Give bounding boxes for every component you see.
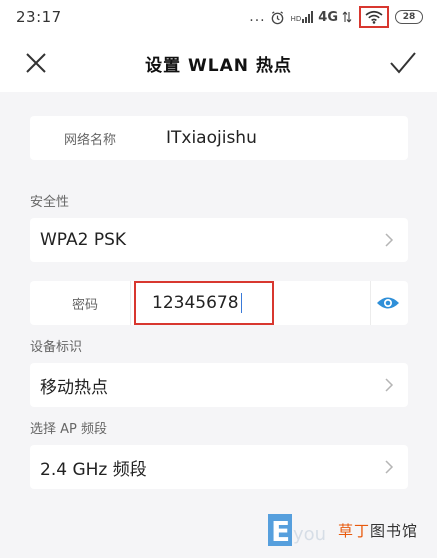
ap-band-select[interactable]: 2.4 GHz 频段 xyxy=(30,445,408,489)
password-label: 密码 xyxy=(72,297,99,313)
ap-band-section-label: 选择 AP 频段 xyxy=(30,422,107,437)
eye-icon xyxy=(377,297,399,309)
password-input[interactable]: 12345678 xyxy=(134,281,274,325)
security-value: WPA2 PSK xyxy=(40,230,127,250)
security-section-label: 安全性 xyxy=(30,195,70,210)
password-value: 12345678 xyxy=(152,293,239,313)
wifi-hotspot-icon xyxy=(359,6,389,28)
network-type: 4G xyxy=(318,9,338,25)
password-row: 密码 12345678 xyxy=(30,281,408,325)
divider xyxy=(130,281,131,325)
status-icons: ... HD 4G 28 xyxy=(249,6,423,28)
confirm-button[interactable] xyxy=(389,49,417,77)
status-bar: 23:17 ... HD 4G 28 xyxy=(0,0,437,34)
device-id-value: 移动热点 xyxy=(40,377,108,398)
network-name-row[interactable]: 网络名称 ITxiaojishu xyxy=(30,116,408,160)
close-icon xyxy=(26,53,46,73)
show-password-button[interactable] xyxy=(376,292,400,314)
watermark-logo: E you xyxy=(268,514,326,548)
page-title: 设置 WLAN 热点 xyxy=(145,55,292,76)
text-cursor xyxy=(240,293,243,313)
chevron-right-icon xyxy=(385,378,394,392)
svg-text:you: you xyxy=(293,524,326,545)
security-select[interactable]: WPA2 PSK xyxy=(30,218,408,262)
network-name-label: 网络名称 xyxy=(64,132,117,148)
device-id-section-label: 设备标识 xyxy=(30,340,83,355)
check-icon xyxy=(390,52,416,74)
signal-icon: HD xyxy=(291,11,315,23)
data-arrows-icon xyxy=(342,11,352,23)
more-notifications-icon: ... xyxy=(249,9,266,25)
network-name-input[interactable]: ITxiaojishu xyxy=(166,128,257,148)
header-bar: 设置 WLAN 热点 xyxy=(0,34,437,92)
watermark: E you 草丁图书馆 xyxy=(268,508,433,552)
divider xyxy=(370,281,371,325)
svg-text:E: E xyxy=(271,515,290,548)
device-id-select[interactable]: 移动热点 xyxy=(30,363,408,407)
battery-icon: 28 xyxy=(395,10,423,24)
close-button[interactable] xyxy=(22,49,50,77)
chevron-right-icon xyxy=(385,233,394,247)
watermark-text: 草丁图书馆 xyxy=(338,521,419,540)
alarm-icon xyxy=(271,10,283,24)
ap-band-value: 2.4 GHz 频段 xyxy=(40,459,147,480)
chevron-right-icon xyxy=(385,460,394,474)
status-time: 23:17 xyxy=(16,8,62,26)
